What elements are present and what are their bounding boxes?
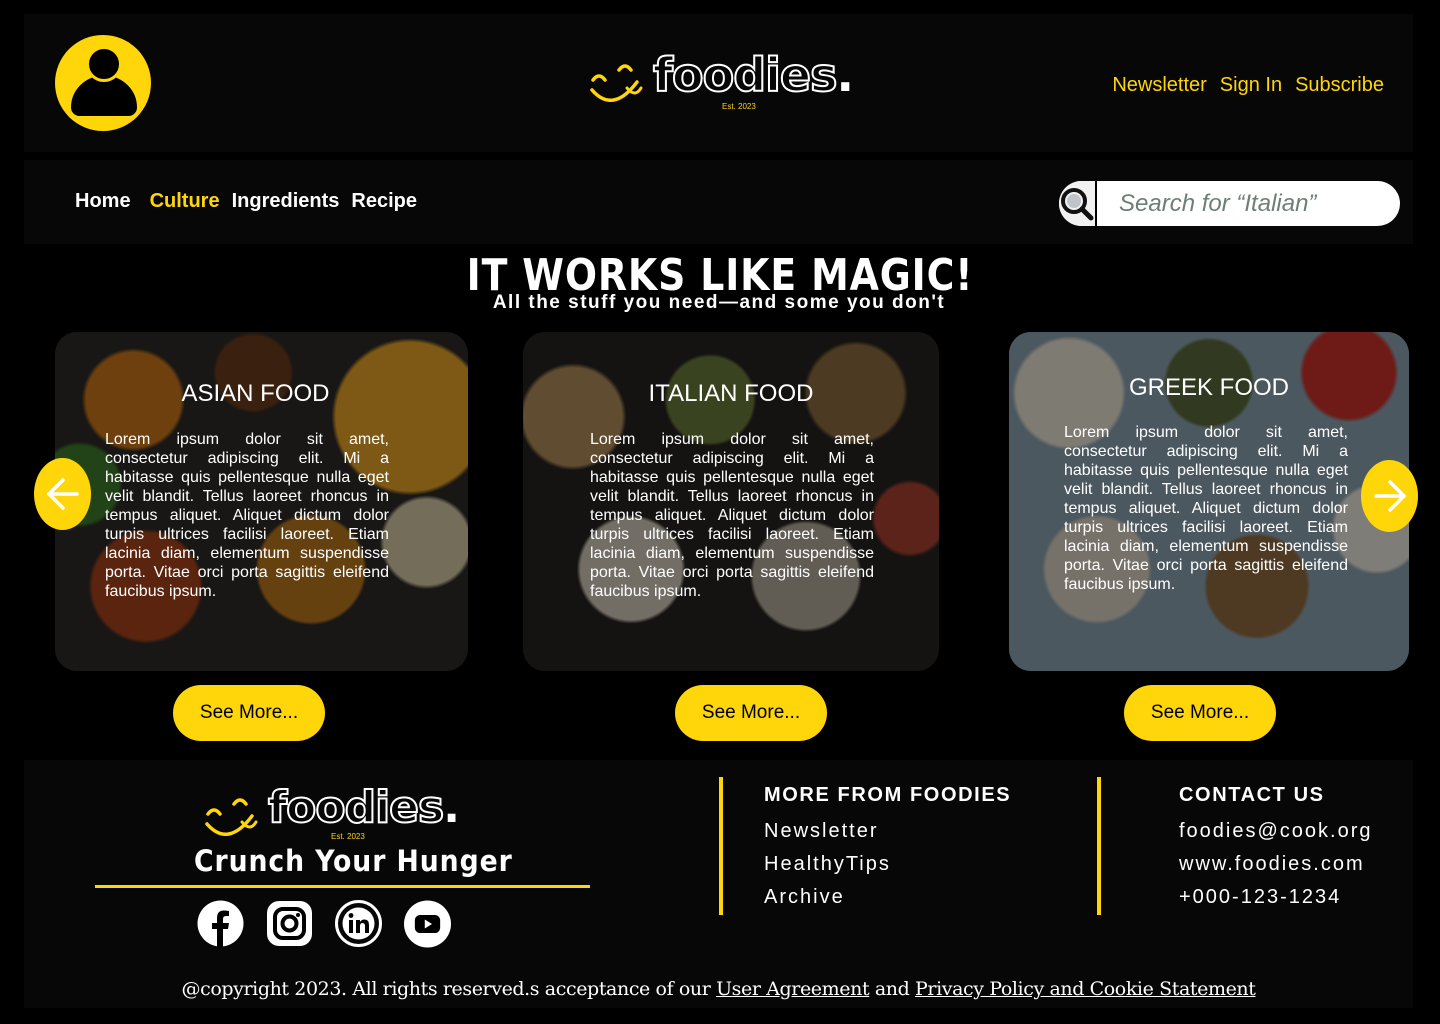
see-more-asian-button[interactable]: See More... — [173, 685, 325, 741]
avatar-head — [86, 46, 122, 82]
search-button[interactable] — [1059, 181, 1097, 226]
nav-item-culture[interactable]: Culture — [150, 190, 220, 213]
logo-est: Est. 2023 — [331, 832, 365, 841]
smile-logo-icon — [590, 64, 643, 102]
user-agreement-link[interactable]: User Agreement — [716, 978, 870, 1000]
nav-menu: Home Culture Ingredients Recipe — [75, 190, 429, 213]
nav-item-ingredients[interactable]: Ingredients — [232, 190, 340, 213]
asian-food-card[interactable]: ASIAN FOOD Lorem ipsum dolor sit amet, c… — [55, 332, 468, 671]
card-text: Lorem ipsum dolor sit amet, consectetur … — [105, 431, 389, 600]
navigation-bar: Home Culture Ingredients Recipe — [24, 160, 1413, 244]
footer-divider — [719, 777, 723, 915]
footer-link-healthytips[interactable]: HealthyTips — [764, 848, 1011, 881]
header-links: Newsletter Sign In Subscribe — [1112, 74, 1384, 97]
social-links — [197, 900, 451, 947]
contact-email[interactable]: foodies@cook.org — [1179, 815, 1373, 848]
sign-in-link[interactable]: Sign In — [1220, 74, 1282, 97]
footer-tagline: Crunch Your Hunger — [194, 844, 513, 878]
instagram-icon[interactable] — [266, 900, 313, 947]
see-more-italian-button[interactable]: See More... — [675, 685, 827, 741]
nav-item-recipe[interactable]: Recipe — [351, 190, 417, 213]
card-title: ASIAN FOOD — [181, 380, 330, 407]
carousel-prev-button[interactable] — [34, 458, 91, 530]
hero-subtitle: All the stuff you need—and some you don'… — [492, 292, 946, 313]
logo-wordmark: foodies. — [267, 782, 460, 833]
nav-item-home[interactable]: Home — [75, 190, 131, 213]
more-from-foodies-column: MORE FROM FOODIES Newsletter HealthyTips… — [764, 784, 1011, 914]
logo-est: Est. 2023 — [722, 102, 756, 111]
youtube-icon[interactable] — [404, 900, 451, 947]
header-bar: foodies. Est. 2023 Newsletter Sign In Su… — [24, 14, 1413, 152]
footer-link-newsletter[interactable]: Newsletter — [764, 815, 1011, 848]
copyright-prefix: @copyright 2023. All rights reserved.s a… — [181, 978, 717, 1000]
contact-website[interactable]: www.foodies.com — [1179, 848, 1373, 881]
user-avatar-icon[interactable] — [55, 35, 151, 131]
subscribe-link[interactable]: Subscribe — [1295, 74, 1384, 97]
newsletter-link[interactable]: Newsletter — [1112, 74, 1206, 97]
search-icon — [1061, 187, 1094, 220]
more-heading: MORE FROM FOODIES — [764, 784, 1012, 806]
footer: foodies. Est. 2023 Crunch Your Hunger MO… — [24, 760, 1413, 1008]
card-title: ITALIAN FOOD — [648, 380, 814, 407]
footer-link-archive[interactable]: Archive — [764, 881, 1011, 914]
tagline-divider — [95, 885, 590, 888]
arrow-right-icon — [1373, 480, 1406, 512]
copyright-text: @copyright 2023. All rights reserved.s a… — [24, 978, 1413, 1000]
search-bar — [1059, 181, 1400, 226]
facebook-icon[interactable] — [197, 900, 244, 947]
arrow-left-icon — [46, 478, 79, 510]
footer-logo[interactable]: foodies. Est. 2023 — [204, 782, 460, 841]
logo-wordmark: foodies. — [652, 48, 854, 102]
carousel-next-button[interactable] — [1361, 460, 1418, 532]
linkedin-icon[interactable] — [335, 900, 382, 947]
greek-food-card[interactable]: GREEK FOOD Lorem ipsum dolor sit amet, c… — [1009, 332, 1409, 671]
card-text: Lorem ipsum dolor sit amet, consectetur … — [1064, 424, 1348, 593]
copyright-and: and — [869, 978, 915, 1000]
footer-divider — [1097, 777, 1101, 915]
smile-logo-icon — [205, 798, 258, 836]
search-input[interactable] — [1097, 181, 1400, 226]
italian-food-card[interactable]: ITALIAN FOOD Lorem ipsum dolor sit amet,… — [523, 332, 939, 671]
foodies-logo[interactable]: foodies. Est. 2023 — [589, 48, 854, 111]
card-text: Lorem ipsum dolor sit amet, consectetur … — [590, 431, 874, 600]
card-title: GREEK FOOD — [1128, 374, 1290, 401]
contact-heading: CONTACT US — [1179, 784, 1325, 806]
contact-us-column: CONTACT US foodies@cook.org www.foodies.… — [1179, 784, 1373, 914]
see-more-greek-button[interactable]: See More... — [1124, 685, 1276, 741]
contact-phone[interactable]: +000-123-1234 — [1179, 881, 1373, 914]
privacy-policy-link[interactable]: Privacy Policy and Cookie Statement — [915, 978, 1256, 1000]
